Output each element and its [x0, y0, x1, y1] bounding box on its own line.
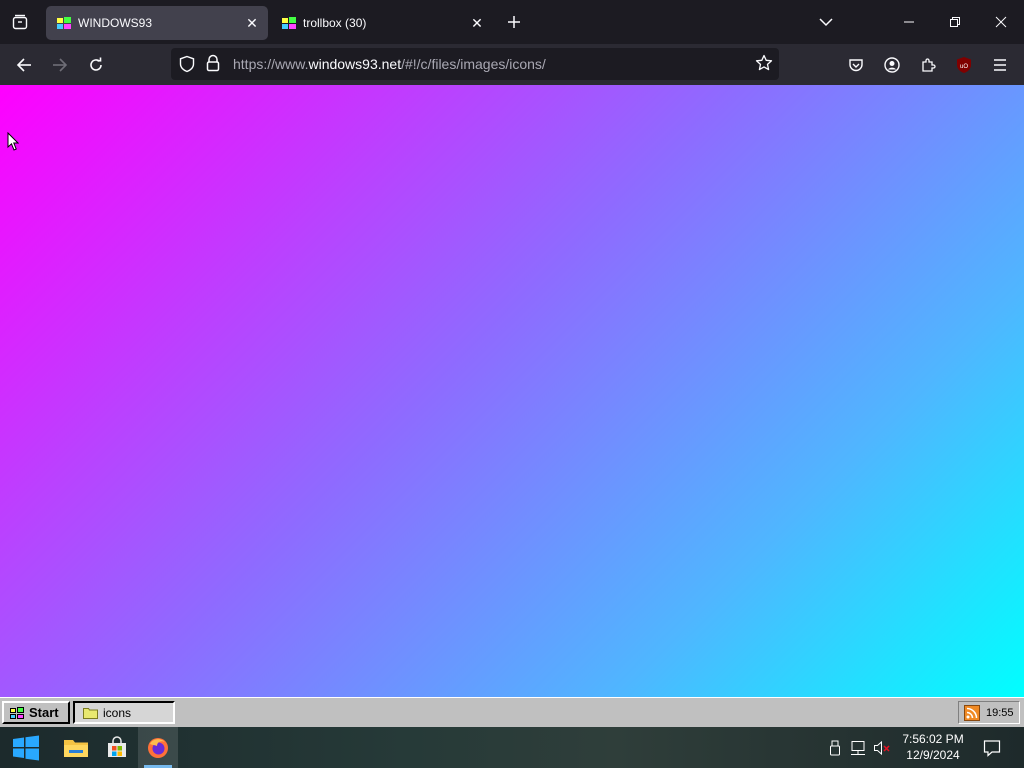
lock-icon[interactable]	[205, 54, 221, 72]
windows-taskbar: 7:56:02 PM 12/9/2024	[0, 727, 1024, 768]
file-explorer-button[interactable]	[56, 727, 96, 768]
store-bag-icon	[108, 735, 126, 757]
navigation-toolbar: https://www.windows93.net/#!/c/files/ima…	[0, 44, 1024, 85]
reload-icon	[90, 57, 102, 71]
svg-text:uO: uO	[960, 64, 968, 70]
tab-close-icon[interactable]: ✕	[465, 11, 489, 35]
network-icon	[851, 741, 865, 755]
tab-close-icon[interactable]: ✕	[240, 11, 264, 35]
url-text[interactable]: https://www.windows93.net/#!/c/files/ima…	[233, 56, 546, 72]
reload-button[interactable]	[81, 50, 111, 80]
restore-icon	[950, 17, 960, 27]
task-label: icons	[103, 705, 132, 720]
forward-button[interactable]	[45, 50, 75, 80]
ublock-icon: uO	[957, 57, 971, 73]
arrow-left-icon	[16, 58, 31, 72]
url-prefix: https://www.	[233, 56, 309, 72]
clock-date: 12/9/2024	[906, 748, 960, 762]
windows-start-button[interactable]	[6, 727, 46, 768]
clock-time: 7:56:02 PM	[902, 732, 964, 746]
w93-start-button[interactable]: Start	[2, 701, 70, 724]
back-button[interactable]	[9, 50, 39, 80]
w93-task-icons-window[interactable]: icons	[73, 701, 175, 724]
url-host: windows93.net	[308, 56, 402, 72]
url-path: /#!/c/files/images/icons/	[401, 56, 546, 72]
volume-muted-icon	[874, 740, 890, 756]
extensions-button[interactable]	[913, 50, 943, 80]
list-all-tabs-button[interactable]	[814, 10, 838, 34]
bookmark-star-icon[interactable]	[755, 54, 773, 72]
address-bar[interactable]: https://www.windows93.net/#!/c/files/ima…	[171, 48, 779, 80]
notification-icon	[983, 740, 1001, 757]
app-menu-button[interactable]	[985, 50, 1015, 80]
tracking-protection-shield-icon[interactable]	[178, 55, 196, 73]
firefox-taskbar-button[interactable]	[138, 727, 178, 768]
usb-device-tray-icon[interactable]	[826, 739, 844, 757]
file-explorer-icon	[64, 739, 88, 757]
chevron-down-icon	[819, 18, 833, 27]
pocket-icon	[849, 59, 863, 72]
pocket-button[interactable]	[841, 50, 871, 80]
start-label: Start	[29, 705, 59, 720]
close-window-button[interactable]	[978, 6, 1024, 38]
windows93-favicon-icon	[57, 17, 71, 29]
network-tray-icon[interactable]	[849, 739, 867, 757]
arrow-right-icon	[53, 58, 68, 72]
account-icon	[884, 57, 900, 73]
new-tab-button[interactable]	[502, 10, 526, 34]
tab-title: WINDOWS93	[78, 16, 153, 30]
volume-tray-icon[interactable]	[873, 739, 891, 757]
system-clock[interactable]: 7:56:02 PM 12/9/2024	[896, 731, 970, 763]
hamburger-menu-icon	[994, 59, 1006, 71]
microsoft-store-button[interactable]	[97, 727, 137, 768]
firefox-view-button[interactable]	[6, 8, 34, 36]
windows93-desktop[interactable]	[0, 85, 1024, 697]
ublock-origin-button[interactable]: uO	[949, 50, 979, 80]
tab-trollbox[interactable]: trollbox (30) ✕	[271, 6, 493, 40]
w93-clock: 19:55	[986, 706, 1014, 719]
w93-system-tray: 19:55	[958, 701, 1020, 724]
firefox-icon	[148, 737, 168, 758]
firefox-view-icon	[12, 14, 28, 30]
tab-title: trollbox (30)	[303, 16, 367, 30]
account-button[interactable]	[877, 50, 907, 80]
rss-feed-icon[interactable]	[964, 704, 980, 721]
windows-logo-icon	[13, 735, 39, 760]
usb-icon	[830, 740, 840, 756]
restore-button[interactable]	[932, 6, 978, 38]
windows93-logo-icon	[10, 706, 24, 719]
windows93-favicon-icon	[282, 17, 296, 29]
puzzle-icon	[922, 58, 936, 72]
mouse-cursor-icon	[7, 132, 19, 151]
minimize-icon	[904, 21, 914, 23]
action-center-button[interactable]	[980, 736, 1004, 760]
browser-tab-strip: WINDOWS93 ✕ trollbox (30) ✕	[0, 0, 1024, 44]
close-icon	[995, 16, 1007, 28]
tab-windows93[interactable]: WINDOWS93 ✕	[46, 6, 268, 40]
folder-icon	[83, 707, 98, 719]
windows93-taskbar: Start icons 19:55	[0, 697, 1024, 727]
plus-icon	[508, 16, 520, 28]
minimize-button[interactable]	[886, 6, 932, 38]
